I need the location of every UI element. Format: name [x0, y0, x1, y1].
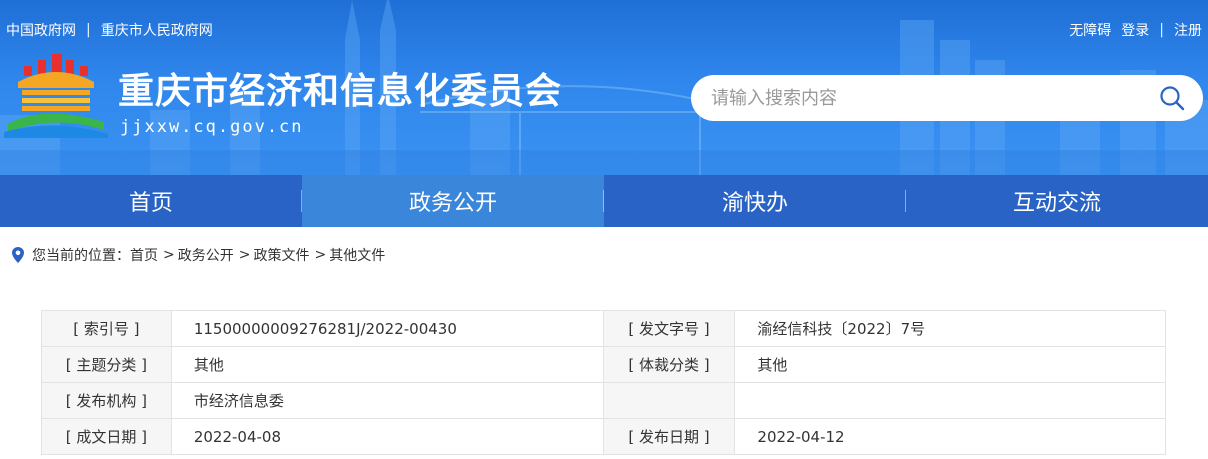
- info-key-topic-category: [ 主题分类 ]: [41, 346, 172, 383]
- info-value-publishing-agency: 市经济信息委: [170, 382, 604, 419]
- nav-item-label: 首页: [128, 191, 173, 216]
- info-key-written-date: [ 成文日期 ]: [41, 418, 172, 455]
- document-info-table: [ 索引号 ] 11500000009276281J/2022-00430 [ …: [41, 310, 1166, 455]
- table-row: [ 索引号 ] 11500000009276281J/2022-00430 [ …: [41, 310, 1166, 347]
- nav-item-label: 政务公开: [408, 191, 497, 216]
- breadcrumb-policy-documents[interactable]: 政策文件: [253, 245, 309, 265]
- breadcrumb-other-documents[interactable]: 其他文件: [329, 245, 385, 265]
- site-header: 中国政府网 | 重庆市人民政府网 无障碍 登录 | 注册 重庆市经济和信息化委员…: [0, 0, 1208, 175]
- link-register[interactable]: 注册: [1174, 20, 1202, 40]
- link-login[interactable]: 登录: [1121, 20, 1149, 40]
- breadcrumb: 您当前的位置： 首页 > 政务公开 > 政策文件 > 其他文件: [12, 245, 385, 265]
- top-links-left: 中国政府网 | 重庆市人民政府网: [6, 20, 213, 40]
- breadcrumb-separator: >: [238, 247, 251, 263]
- info-value-index-number: 11500000009276281J/2022-00430: [170, 310, 604, 347]
- link-chongqing-gov[interactable]: 重庆市人民政府网: [101, 20, 213, 40]
- table-row: [ 主题分类 ] 其他 [ 体裁分类 ] 其他: [41, 346, 1166, 383]
- info-value-document-number: 渝经信科技〔2022〕7号: [734, 310, 1166, 347]
- info-key-publishing-agency: [ 发布机构 ]: [41, 382, 172, 419]
- info-key-genre-category: [ 体裁分类 ]: [602, 346, 736, 383]
- info-value-empty: [734, 382, 1166, 419]
- top-links-right: 无障碍 登录 | 注册: [1069, 20, 1202, 40]
- location-pin-icon: [12, 247, 24, 263]
- search-input[interactable]: [691, 75, 1131, 121]
- nav-item-home[interactable]: 首页: [0, 175, 302, 227]
- link-china-gov[interactable]: 中国政府网: [6, 20, 76, 40]
- table-row: [ 发布机构 ] 市经济信息委: [41, 382, 1166, 419]
- breadcrumb-label: 您当前的位置：: [32, 248, 130, 264]
- info-key-index-number: [ 索引号 ]: [41, 310, 172, 347]
- info-value-written-date: 2022-04-08: [170, 418, 604, 455]
- breadcrumb-separator: >: [163, 247, 175, 263]
- link-accessibility[interactable]: 无障碍: [1069, 20, 1111, 40]
- nav-item-yukuaiban[interactable]: 渝快办: [604, 175, 906, 227]
- info-key-document-number: [ 发文字号 ]: [602, 310, 736, 347]
- info-key-empty: [602, 382, 736, 419]
- site-logo-icon[interactable]: [4, 52, 108, 138]
- search-box: [691, 75, 1203, 121]
- main-nav: 首页 政务公开 渝快办 互动交流: [0, 175, 1208, 227]
- breadcrumb-separator: >: [314, 247, 327, 263]
- nav-item-label: 渝快办: [721, 191, 788, 216]
- top-separator: |: [86, 22, 91, 38]
- info-value-publish-date: 2022-04-12: [734, 418, 1166, 455]
- site-title: 重庆市经济和信息化委员会: [118, 71, 563, 112]
- top-separator: |: [1159, 22, 1164, 38]
- search-icon[interactable]: [1159, 85, 1185, 111]
- breadcrumb-government-affairs[interactable]: 政务公开: [178, 245, 234, 265]
- nav-item-government-affairs[interactable]: 政务公开: [302, 175, 604, 227]
- info-value-genre-category: 其他: [734, 346, 1166, 383]
- table-row: [ 成文日期 ] 2022-04-08 [ 发布日期 ] 2022-04-12: [41, 418, 1166, 455]
- site-domain: jjxxw.cq.gov.cn: [120, 117, 304, 137]
- info-key-publish-date: [ 发布日期 ]: [602, 418, 736, 455]
- info-value-topic-category: 其他: [170, 346, 604, 383]
- nav-item-label: 互动交流: [1012, 191, 1101, 216]
- nav-item-interaction[interactable]: 互动交流: [906, 175, 1208, 227]
- breadcrumb-home[interactable]: 首页: [130, 245, 158, 265]
